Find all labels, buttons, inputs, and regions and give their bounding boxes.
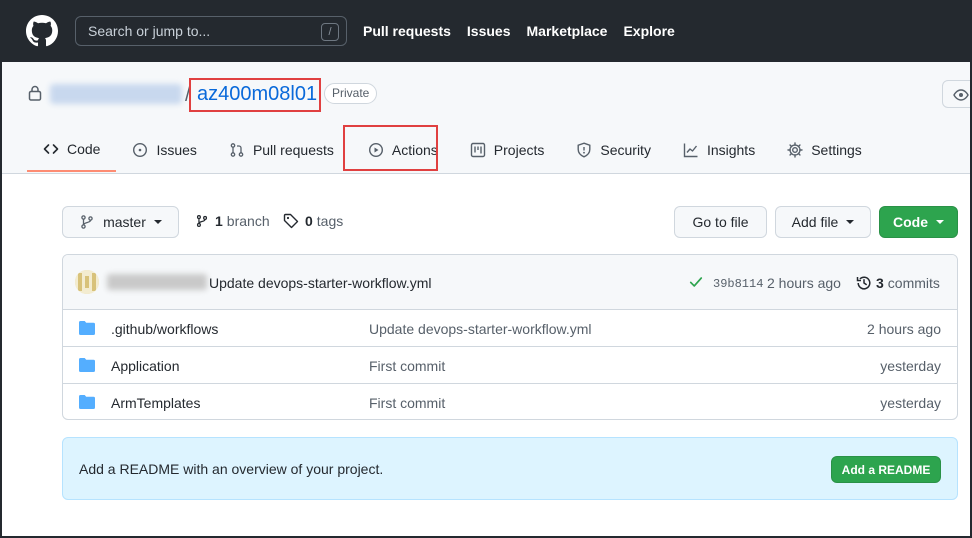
git-branch-icon [81, 215, 93, 229]
tag-icon [283, 213, 299, 229]
global-header: Search or jump to... / Pull requests Iss… [0, 0, 972, 62]
tab-settings-label: Settings [811, 142, 862, 158]
branch-count-label: branch [226, 213, 270, 229]
nav-marketplace[interactable]: Marketplace [527, 23, 608, 39]
gear-icon [787, 142, 803, 158]
file-commit-message[interactable]: Update devops-starter-workflow.yml [369, 321, 592, 337]
file-browser: Update devops-starter-workflow.yml 39b81… [62, 254, 958, 420]
caret-down-icon [153, 220, 162, 224]
go-to-file-button[interactable]: Go to file [674, 206, 767, 238]
file-row[interactable]: Application First commit yesterday [63, 347, 957, 384]
nav-explore[interactable]: Explore [623, 23, 674, 39]
commit-author-redacted[interactable] [107, 274, 207, 290]
code-button-label: Code [893, 214, 928, 230]
caret-down-icon [846, 220, 855, 224]
lock-icon [28, 85, 42, 101]
branch-count: 1 [215, 213, 223, 229]
file-row[interactable]: .github/workflows Update devops-starter-… [63, 310, 957, 347]
add-readme-label: Add a README [841, 462, 931, 477]
file-commit-time: 2 hours ago [867, 321, 941, 337]
nav-issues[interactable]: Issues [467, 23, 511, 39]
tab-issues[interactable]: Issues [116, 128, 212, 172]
tab-settings[interactable]: Settings [771, 128, 878, 172]
commits-history-link[interactable]: 3 commits [856, 275, 940, 291]
file-commit-time: yesterday [880, 395, 941, 411]
commit-count: 3 [876, 275, 884, 291]
project-icon [470, 142, 485, 158]
folder-icon [79, 358, 95, 372]
issue-opened-icon [133, 142, 148, 158]
actions-tab-highlight [343, 125, 438, 171]
search-placeholder: Search or jump to... [88, 23, 211, 39]
branch-select-button[interactable]: master [62, 206, 179, 238]
git-branch-icon [196, 215, 208, 227]
tab-insights[interactable]: Insights [667, 128, 771, 172]
go-to-file-label: Go to file [692, 214, 749, 230]
search-shortcut-badge: / [321, 23, 339, 41]
tab-projects[interactable]: Projects [454, 128, 561, 172]
file-row[interactable]: ArmTemplates First commit yesterday [63, 384, 957, 419]
tab-insights-label: Insights [706, 142, 756, 158]
git-pull-request-icon [230, 143, 244, 157]
folder-icon [79, 395, 95, 409]
file-commit-message[interactable]: First commit [369, 395, 445, 411]
tab-security-label: Security [600, 142, 651, 158]
tab-pull-requests[interactable]: Pull requests [213, 128, 350, 172]
caret-down-icon [936, 220, 944, 224]
tab-code[interactable]: Code [27, 128, 117, 172]
folder-icon [79, 321, 95, 335]
file-name[interactable]: .github/workflows [111, 321, 218, 337]
tags-link[interactable]: 0 tags [283, 213, 343, 229]
tab-security[interactable]: Security [560, 128, 667, 172]
readme-banner-text: Add a README with an overview of your pr… [79, 461, 384, 477]
visibility-badge: Private [324, 83, 378, 104]
history-icon [856, 276, 871, 290]
file-commit-message[interactable]: First commit [369, 358, 445, 374]
branch-name: master [103, 214, 146, 230]
tab-projects-label: Projects [493, 142, 545, 158]
repo-owner-redacted[interactable] [50, 84, 182, 104]
latest-commit-row: Update devops-starter-workflow.yml 39b81… [63, 255, 957, 310]
branches-link[interactable]: 1 branch [195, 213, 270, 229]
search-input[interactable]: Search or jump to... / [75, 16, 347, 46]
file-commit-time: yesterday [880, 358, 941, 374]
readme-banner: Add a README with an overview of your pr… [62, 437, 958, 500]
latest-commit-message[interactable]: Update devops-starter-workflow.yml [209, 275, 432, 291]
tag-count: 0 [305, 213, 313, 229]
tab-code-label: Code [67, 141, 101, 157]
identicon-icon [75, 270, 99, 294]
latest-commit-time: 2 hours ago [767, 275, 841, 291]
github-mark-icon[interactable] [26, 15, 58, 47]
graph-icon [683, 143, 698, 158]
file-name[interactable]: ArmTemplates [111, 395, 200, 411]
tag-count-label: tags [316, 213, 344, 229]
tab-issues-label: Issues [156, 142, 197, 158]
top-nav: Pull requests Issues Marketplace Explore [363, 23, 691, 39]
add-file-button[interactable]: Add file [775, 206, 871, 238]
avatar[interactable] [75, 270, 99, 294]
commit-count-label: commits [887, 275, 940, 291]
code-button[interactable]: Code [879, 206, 958, 238]
shield-icon [577, 142, 591, 158]
nav-pull-requests[interactable]: Pull requests [363, 23, 451, 39]
tab-pull-requests-label: Pull requests [252, 142, 334, 158]
eye-icon [953, 89, 969, 101]
repo-name-link[interactable]: az400m08l01 [197, 83, 317, 106]
commit-sha[interactable]: 39b8114 [713, 277, 763, 291]
add-readme-button[interactable]: Add a README [831, 456, 941, 483]
watch-button[interactable] [942, 80, 972, 108]
code-icon [43, 144, 59, 154]
file-name[interactable]: Application [111, 358, 180, 374]
add-file-label: Add file [791, 214, 839, 230]
repo-tabs: Code Issues Pull requests Actions Projec… [27, 128, 878, 174]
check-icon[interactable] [689, 275, 703, 289]
